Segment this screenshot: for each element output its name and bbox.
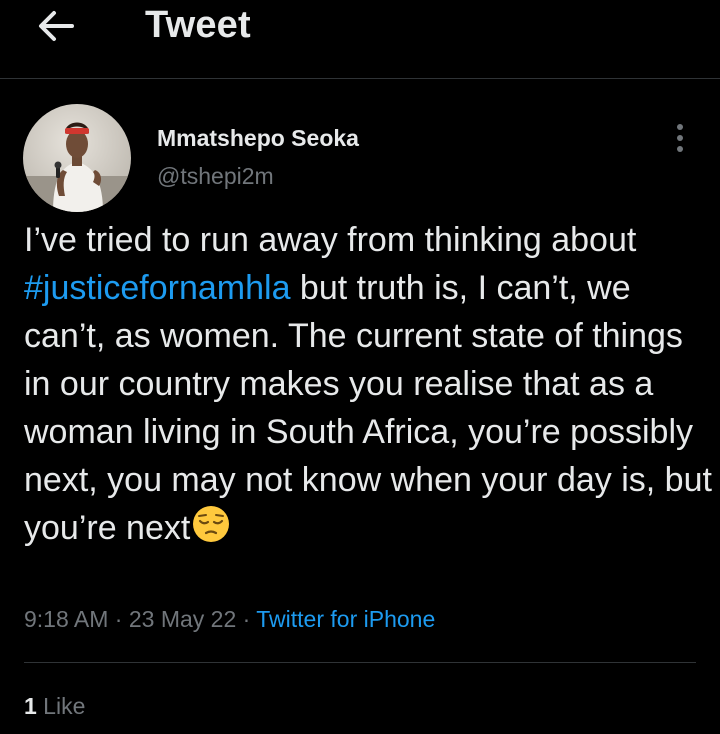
likes-count: 1 — [24, 693, 37, 719]
more-dot-icon — [677, 146, 683, 152]
tweet-text-part2: but truth is, I can’t, we can’t, as wome… — [24, 269, 712, 547]
more-dot-icon — [677, 135, 683, 141]
arrow-left-icon — [39, 11, 74, 41]
tweet-text: I’ve tried to run away from thinking abo… — [24, 216, 714, 552]
more-options-button[interactable] — [664, 118, 696, 158]
author-display-name[interactable]: Mmatshepo Seoka — [157, 125, 359, 152]
back-button[interactable] — [30, 4, 82, 48]
meta-separator: · — [108, 606, 129, 632]
meta-separator: · — [236, 606, 257, 632]
pensive-face-icon — [193, 506, 230, 542]
avatar-photo — [23, 104, 131, 212]
tweet-source-link[interactable]: Twitter for iPhone — [256, 606, 435, 632]
divider — [24, 662, 696, 663]
likes-link[interactable]: 1 Like — [24, 693, 85, 720]
more-dot-icon — [677, 124, 683, 130]
hashtag-link[interactable]: #justicefornamhla — [24, 269, 290, 307]
author-handle[interactable]: @tshepi2m — [157, 163, 274, 190]
likes-label: Like — [36, 693, 86, 719]
top-bar: Tweet — [0, 0, 720, 79]
tweet-meta: 9:18 AM · 23 May 22 · Twitter for iPhone — [24, 606, 435, 633]
tweet-time[interactable]: 9:18 AM — [24, 606, 108, 632]
avatar[interactable] — [23, 104, 131, 212]
tweet-text-part1: I’ve tried to run away from thinking abo… — [24, 221, 637, 259]
tweet-date[interactable]: 23 May 22 — [129, 606, 236, 632]
page-title: Tweet — [145, 4, 251, 46]
